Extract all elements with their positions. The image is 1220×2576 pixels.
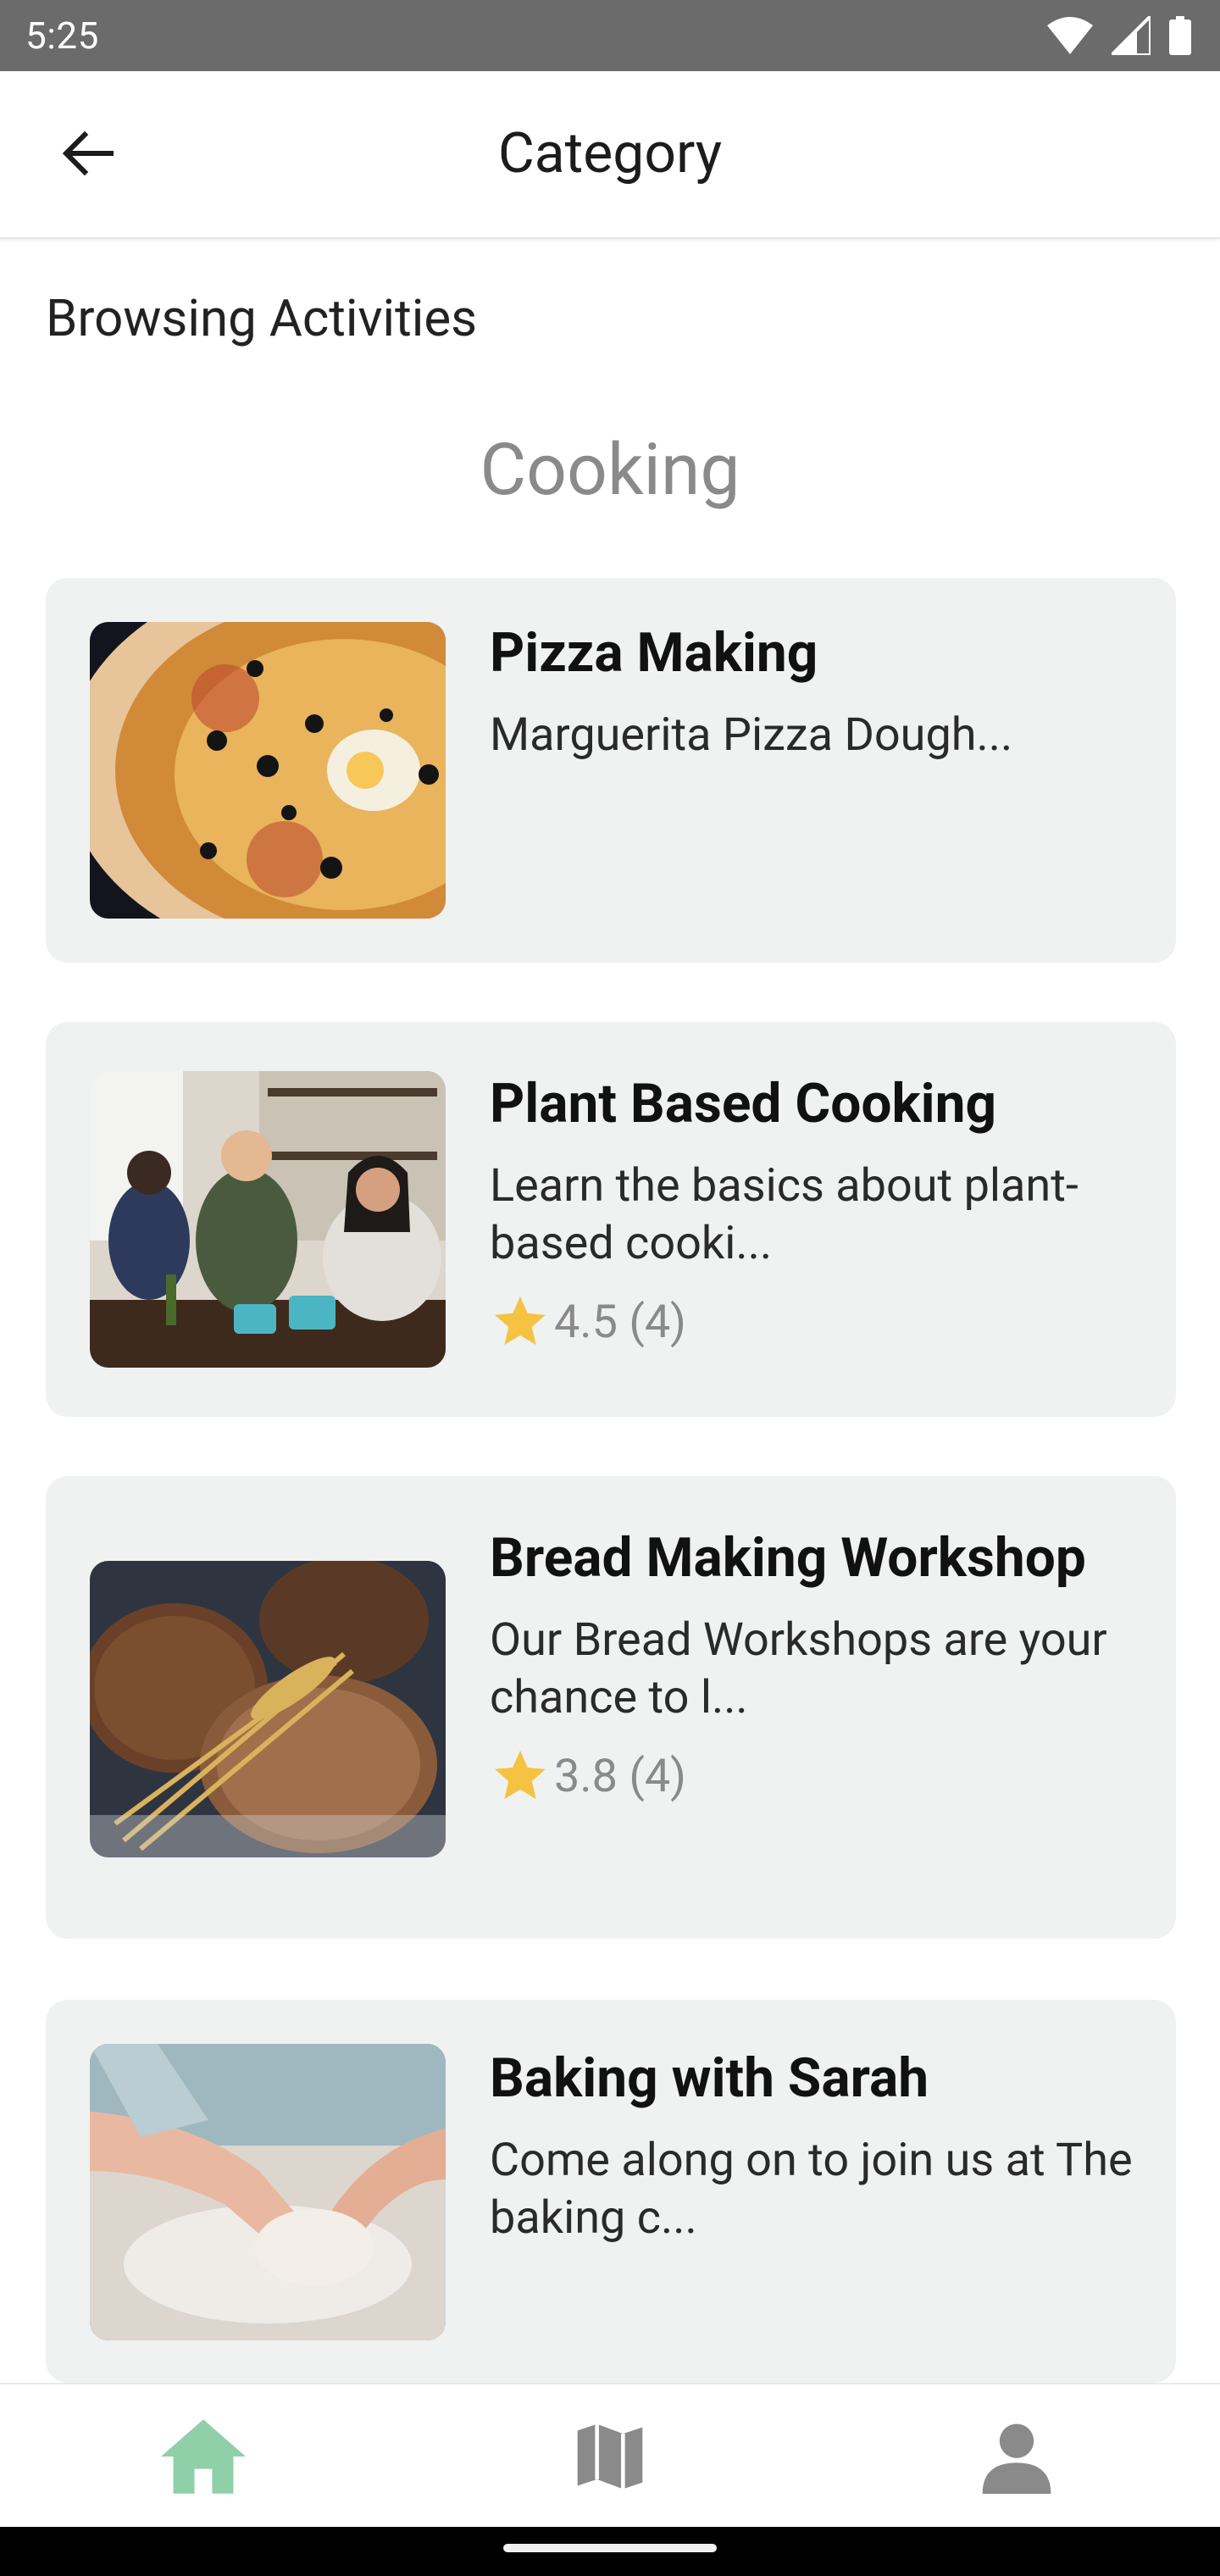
profile-icon <box>982 2423 1051 2494</box>
activity-title: Pizza Making <box>490 621 818 685</box>
activity-card[interactable]: Bread Making Workshop Our Bread Workshop… <box>46 1476 1176 1939</box>
activity-title: Baking with Sarah <box>490 2046 929 2110</box>
home-icon <box>161 2419 246 2494</box>
top-app-bar: Category <box>0 71 1220 239</box>
star-icon <box>495 1296 546 1345</box>
battery-icon <box>1169 16 1191 55</box>
rating-value: 3.8 <box>554 1749 618 1803</box>
status-time: 5:25 <box>25 14 99 58</box>
activity-title: Plant Based Cooking <box>490 1072 997 1135</box>
activity-card[interactable]: Pizza Making Marguerita Pizza Dough... <box>46 578 1176 963</box>
category-heading: Cooking <box>480 428 740 512</box>
activity-rating: 4.5 (4) <box>490 1291 1142 1352</box>
activity-card[interactable]: Plant Based Cooking Learn the basics abo… <box>46 1022 1176 1417</box>
wifi-icon <box>1047 17 1093 54</box>
nav-map[interactable] <box>508 2384 712 2529</box>
bottom-navigation <box>0 2383 1220 2529</box>
activity-description: Our Bread Workshops are your chance to l… <box>490 1613 1107 1724</box>
review-count: (4) <box>629 1295 686 1349</box>
map-icon <box>577 2423 643 2490</box>
nav-profile[interactable] <box>915 2384 1118 2529</box>
status-bar: 5:25 <box>0 0 1220 71</box>
star-icon <box>495 1751 546 1799</box>
activity-description: Come along on to join us at The baking c… <box>490 2134 1133 2245</box>
page-title: Category <box>497 121 723 186</box>
activity-title: Bread Making Workshop <box>490 1526 1086 1590</box>
home-gesture-handle[interactable] <box>503 2544 717 2552</box>
nav-home[interactable] <box>102 2384 305 2529</box>
section-label: Browsing Activities <box>46 288 478 348</box>
activity-image <box>90 622 446 919</box>
activity-description: Marguerita Pizza Dough... <box>490 708 1013 762</box>
signal-icon <box>1112 16 1151 55</box>
rating-value: 4.5 <box>554 1295 618 1349</box>
activity-card[interactable]: Baking with Sarah Come along on to join … <box>46 2000 1176 2383</box>
activity-image <box>90 1071 446 1368</box>
activity-rating: 3.8 (4) <box>490 1746 1142 1807</box>
status-icons <box>1047 16 1191 55</box>
activity-description: Learn the basics about plant-based cooki… <box>490 1159 1079 1270</box>
gesture-navigation-bar <box>0 2527 1220 2576</box>
activity-image <box>90 2044 446 2340</box>
review-count: (4) <box>629 1749 686 1803</box>
activity-image <box>90 1561 446 1857</box>
